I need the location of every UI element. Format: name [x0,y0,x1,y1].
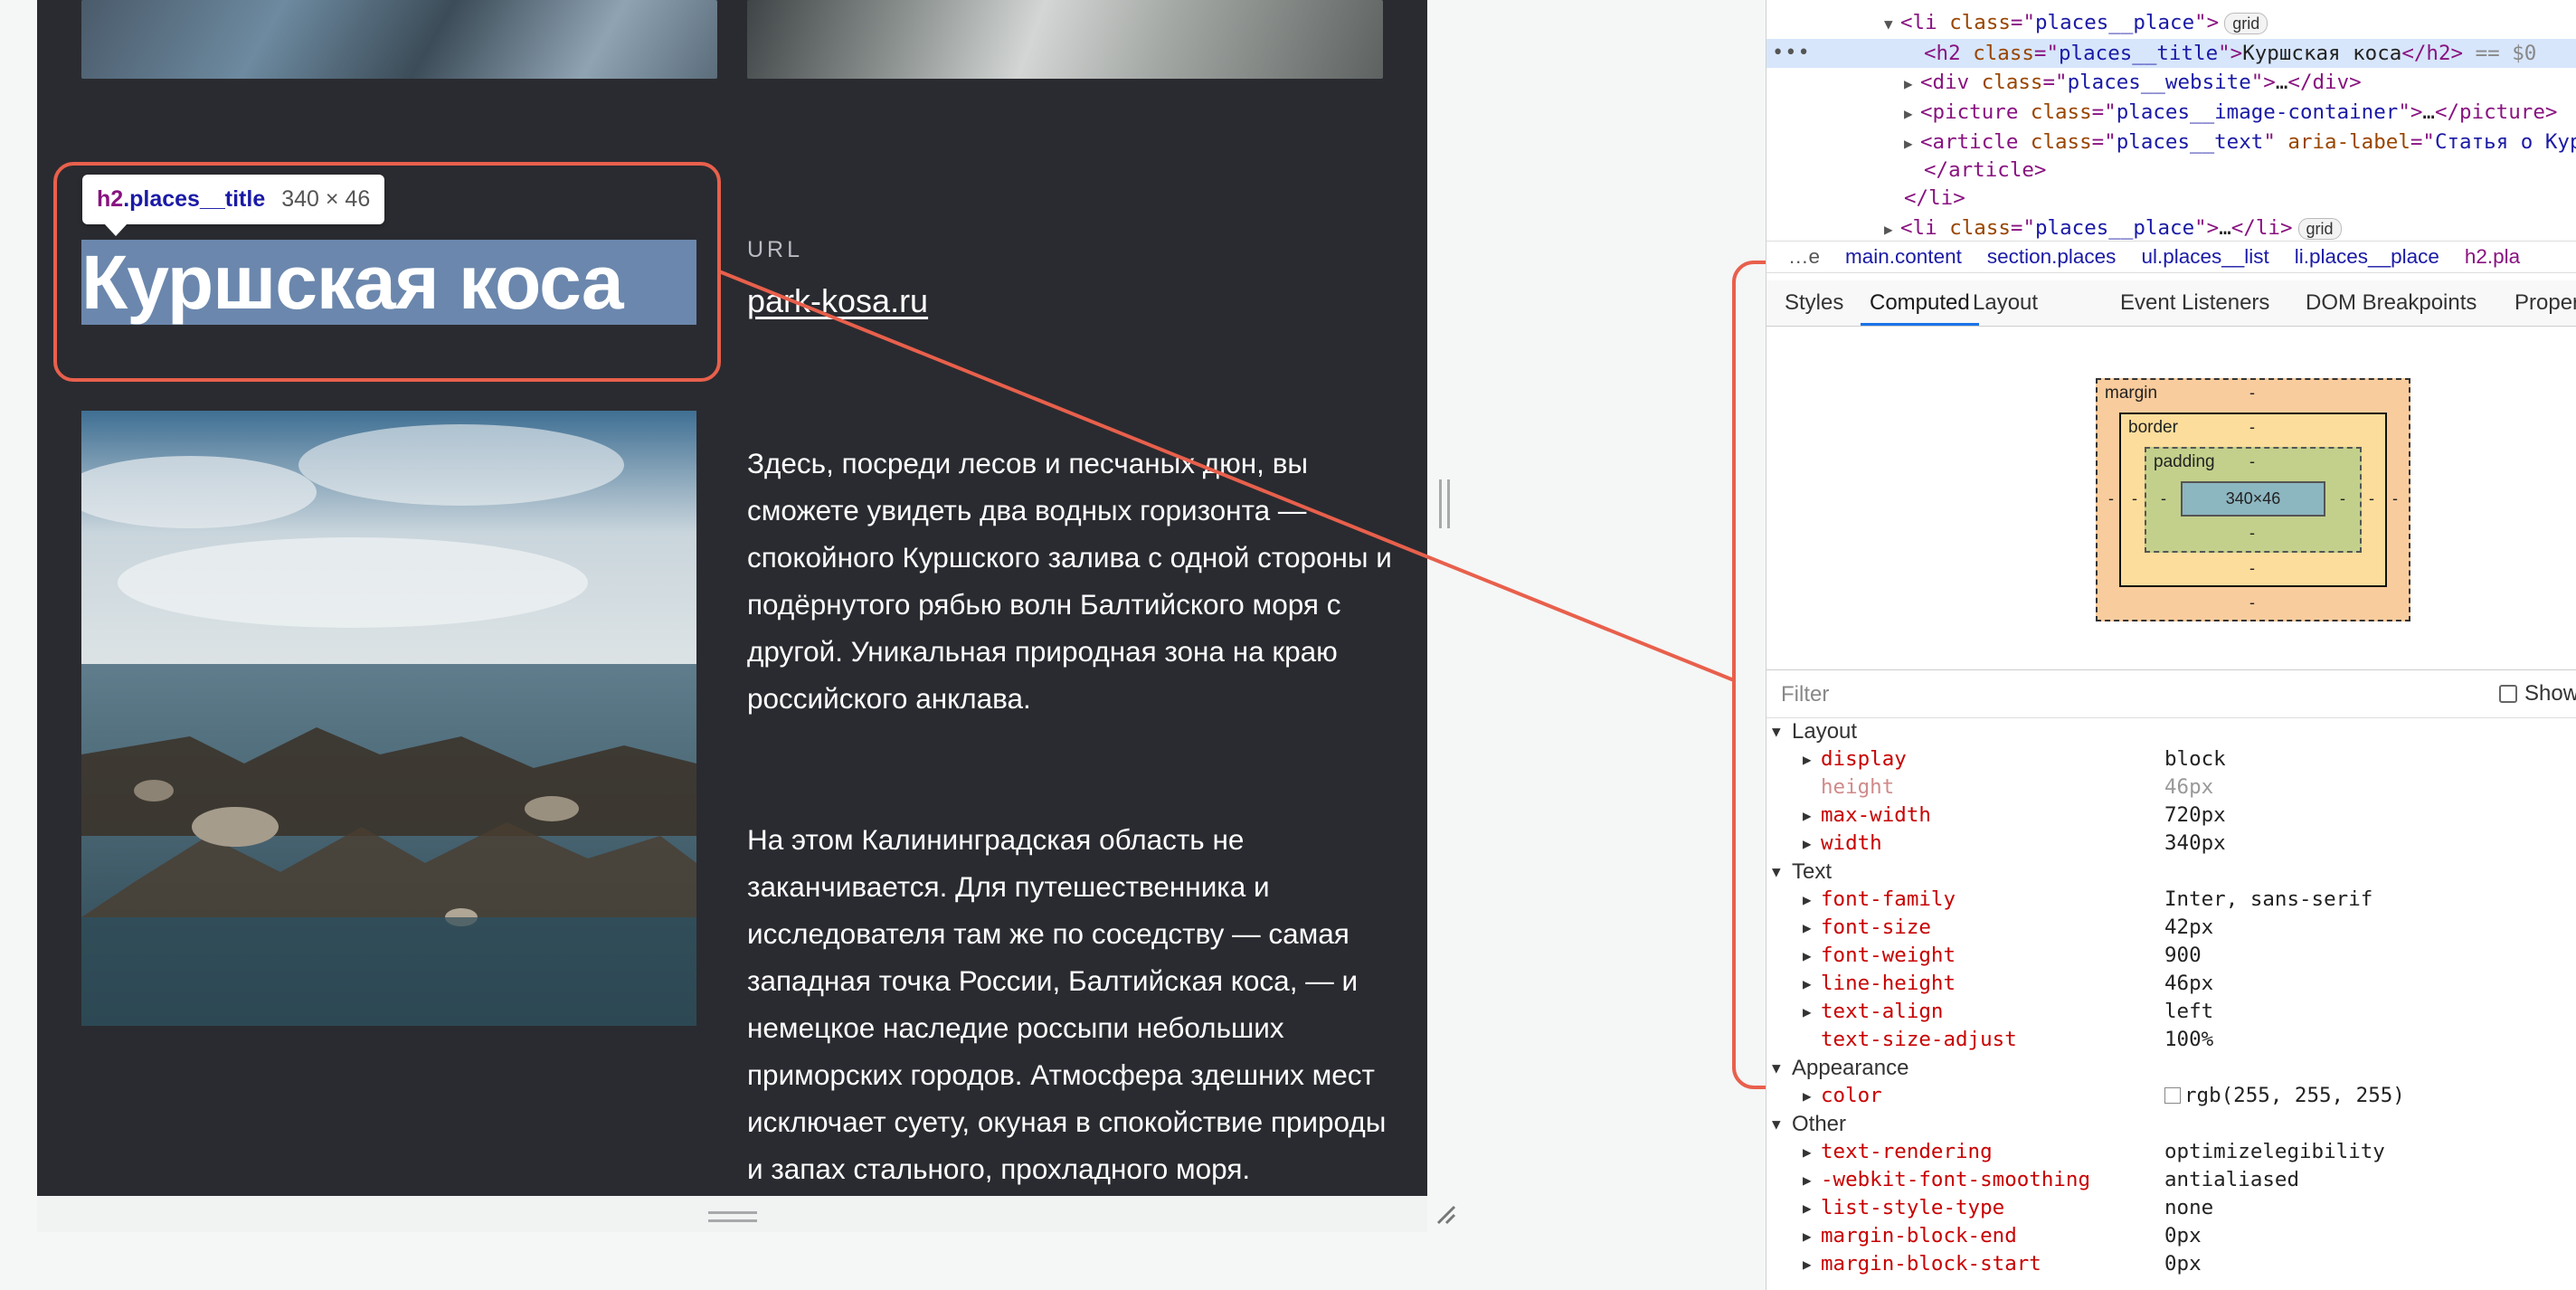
margin-left-value[interactable]: - [2108,489,2114,508]
prop-row[interactable]: ▶ width 340px [1766,830,2576,858]
grid-badge[interactable]: grid [2224,12,2268,34]
dom-node-h2[interactable]: <h2 class="places__title">Куршская коса<… [1924,39,2536,68]
margin-right-value[interactable]: - [2392,489,2398,508]
prop-row[interactable]: ▶ list-style-type none [1766,1194,2576,1222]
expand-icon[interactable]: ▶ [1803,886,1812,914]
prop-row[interactable]: ▶ margin-block-end 0px [1766,1222,2576,1250]
border-right-value[interactable]: - [2369,489,2374,508]
more-actions-icon[interactable]: ••• [1772,39,1811,68]
filter-input[interactable] [1779,678,2235,712]
collapse-icon[interactable]: ▼ [1772,1110,1781,1138]
section-text[interactable]: ▼ Text [1766,858,2576,886]
breadcrumb-item[interactable]: …e [1788,245,1820,268]
prop-row[interactable]: height 46px [1766,773,2576,802]
tab-layout[interactable]: Layout [1973,280,2038,326]
border-top-value[interactable]: - [2249,418,2255,437]
dom-node-li-next[interactable]: ▶ <li class="places__place">…</li> grid [1884,213,2342,242]
grid-badge[interactable]: grid [2297,217,2342,240]
prop-row[interactable]: ▶ text-align left [1766,998,2576,1026]
expand-icon[interactable]: ▶ [1803,942,1812,970]
border-label: border [2128,418,2178,437]
breadcrumb-item[interactable]: li.places__place [2295,245,2439,268]
padding-bottom-value[interactable]: - [2249,524,2255,543]
margin-bottom-value[interactable]: - [2249,593,2255,612]
expand-icon[interactable]: ▶ [1803,1250,1812,1278]
title-highlight-outline [53,162,721,382]
breadcrumb-item[interactable]: section.places [1987,245,2117,268]
margin-label: margin [2105,384,2158,403]
prop-row[interactable]: ▶ display block [1766,745,2576,773]
prop-row[interactable]: ▶ line-height 46px [1766,970,2576,998]
filter-bar: Show [1766,669,2576,718]
collapse-icon[interactable]: ▼ [1772,858,1781,886]
collapse-icon[interactable]: ▼ [1772,717,1781,745]
prop-row[interactable]: ▶ font-size 42px [1766,914,2576,942]
expand-icon[interactable]: ▶ [1803,1082,1812,1110]
expand-icon[interactable]: ▶ [1803,998,1812,1026]
expand-icon[interactable]: ▶ [1803,1138,1812,1166]
tab-computed[interactable]: Computed [1861,280,1979,326]
padding-left-value[interactable]: - [2161,489,2166,508]
expand-icon[interactable]: ▶ [1803,1166,1812,1194]
box-model-diagram: 340×46 margin border padding - - - - - -… [1766,327,2576,669]
padding-label: padding [2154,452,2215,471]
prop-row[interactable]: ▶ -webkit-font-smoothing antialiased [1766,1166,2576,1194]
tab-properties[interactable]: Proper [2514,280,2576,326]
prop-row[interactable]: ▶ text-rendering optimizelegibility [1766,1138,2576,1166]
show-all-checkbox[interactable] [2499,685,2517,703]
breadcrumb-item[interactable]: ul.places__list [2141,245,2268,268]
expand-icon[interactable]: ▶ [1803,1194,1812,1222]
dom-node-li-close: </li> [1904,186,1965,210]
border-left-value[interactable]: - [2132,489,2137,508]
padding-top-value[interactable]: - [2249,452,2255,471]
expand-icon[interactable]: ▶ [1803,970,1812,998]
show-all-toggle[interactable]: Show [2499,681,2576,707]
tab-dom-breakpoints[interactable]: DOM Breakpoints [2306,280,2477,326]
breadcrumb-item[interactable]: main.content [1845,245,1962,268]
dom-node-article-close: </article> [1924,158,2047,182]
margin-top-value[interactable]: - [2249,384,2255,403]
padding-right-value[interactable]: - [2340,489,2345,508]
section-other[interactable]: ▼ Other [1766,1110,2576,1138]
prop-row[interactable]: ▶ margin-block-start 0px [1766,1250,2576,1278]
dom-node-article[interactable]: ▶ <article class="places__text" aria-labe… [1904,128,2576,157]
annotation-connector [718,270,1735,682]
dom-node-div[interactable]: ▶ <div class="places__website">…</div> [1904,68,2362,97]
border-bottom-value[interactable]: - [2249,559,2255,578]
prop-row[interactable]: ▶ max-width 720px [1766,802,2576,830]
expand-icon[interactable]: ▶ [1803,745,1812,773]
expand-icon[interactable]: ▶ [1803,914,1812,942]
box-model-content[interactable]: 340×46 [2181,481,2325,517]
prop-row[interactable]: ▶ font-weight 900 [1766,942,2576,970]
collapse-icon[interactable]: ▼ [1772,1054,1781,1082]
expand-icon[interactable]: ▶ [1803,802,1812,830]
breadcrumb-item-current[interactable]: h2.pla [2465,245,2520,268]
dom-node-li[interactable]: ▼ <li class="places__place"> grid [1884,8,2268,37]
expand-icon[interactable]: ▶ [1803,830,1812,858]
breadcrumb: …e main.content section.places ul.places__l… [1766,241,2576,273]
devtools-panel: ••• ▼ <li class="places__place"> grid <h2 … [1766,0,2576,1290]
dom-node-picture[interactable]: ▶ <picture class="places__image-container… [1904,98,2557,127]
expand-icon[interactable]: ▶ [1803,1222,1812,1250]
prop-row[interactable]: ▶ color rgb(255, 255, 255) [1766,1082,2576,1110]
section-layout[interactable]: ▼ Layout [1766,717,2576,745]
sidebar-tabs: Styles Computed Layout Event Listeners D… [1766,280,2576,327]
color-swatch[interactable] [2164,1087,2181,1104]
dom-tree: ••• ▼ <li class="places__place"> grid <h2 … [1766,0,2576,244]
section-appearance[interactable]: ▼ Appearance [1766,1054,2576,1082]
prop-row[interactable]: ▶ font-family Inter, sans-serif [1766,886,2576,914]
tab-event-listeners[interactable]: Event Listeners [2120,280,2269,326]
tab-styles[interactable]: Styles [1785,280,1843,326]
prop-row[interactable]: text-size-adjust 100% [1766,1026,2576,1054]
